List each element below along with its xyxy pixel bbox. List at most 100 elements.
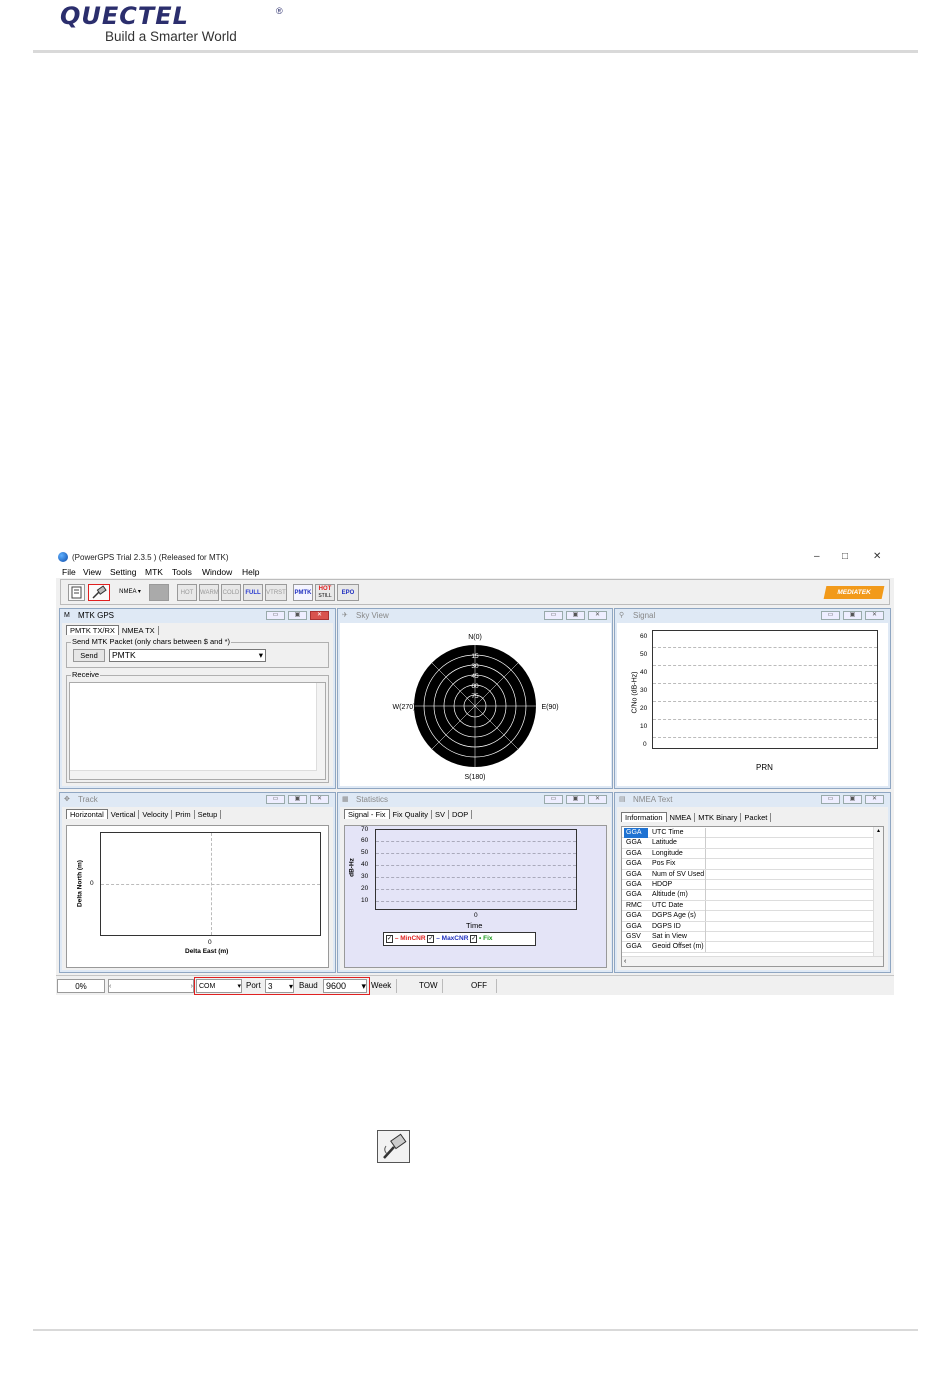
baud-label: Baud	[299, 981, 318, 990]
menu-bar: File View Setting MTK Tools Window Help	[56, 566, 894, 578]
horizontal-scrollbar[interactable]	[70, 770, 317, 779]
statistics-title-bar: ▦ Statistics ▭ ▣ ✕	[338, 793, 612, 806]
send-button[interactable]: Send	[73, 649, 105, 662]
menu-view[interactable]: View	[83, 567, 101, 577]
epo-button[interactable]: EPO	[337, 584, 359, 601]
tab-mtk-binary[interactable]: MTK Binary	[695, 813, 742, 822]
table-row[interactable]: GGA Pos Fix	[622, 859, 874, 870]
com-select[interactable]: COM ▾	[196, 979, 242, 993]
ring-label: 15	[471, 653, 479, 660]
horizontal-scrollbar[interactable]: ‹	[622, 956, 883, 966]
tab-vertical[interactable]: Vertical	[108, 810, 140, 819]
tab-signal-fix[interactable]: Signal - Fix	[344, 809, 390, 819]
signal-title-bar: ⚲ Signal ▭ ▣ ✕	[615, 609, 890, 622]
tab-prim[interactable]: Prim	[172, 810, 195, 819]
minimize-button[interactable]: –	[814, 551, 820, 562]
pmtk-button[interactable]: PMTK	[293, 584, 313, 601]
baud-select[interactable]: 9600 ▾	[323, 979, 367, 993]
progress-scroller[interactable]: ‹ ›	[108, 979, 194, 993]
tab-setup[interactable]: Setup	[195, 810, 222, 819]
nmea-field-name: Pos Fix	[652, 859, 706, 870]
table-row[interactable]: GSV Sat in View	[622, 931, 874, 943]
receive-textarea[interactable]	[69, 682, 326, 780]
table-row[interactable]: GGA UTC Time	[622, 828, 874, 839]
menu-setting[interactable]: Setting	[110, 567, 136, 577]
table-row[interactable]: GGA DGPS ID	[622, 921, 874, 932]
table-row[interactable]: GGA DGPS Age (s)	[622, 911, 874, 922]
pane-restore-button[interactable]: ▣	[843, 611, 862, 620]
table-row[interactable]: GGA Latitude	[622, 838, 874, 849]
pane-close-button[interactable]: ✕	[588, 611, 607, 620]
close-button[interactable]: ✕	[873, 551, 881, 562]
nmea-sentence-type: GGA	[626, 922, 642, 930]
legend-item-fix[interactable]: ✓ • Fix	[470, 935, 493, 943]
pane-restore-button[interactable]: ▣	[566, 795, 585, 804]
tab-horizontal[interactable]: Horizontal	[66, 809, 108, 819]
hot-still-button[interactable]: HOT STILL	[315, 584, 335, 601]
menu-help[interactable]: Help	[242, 567, 259, 577]
table-row[interactable]: GGA Num of SV Used	[622, 869, 874, 880]
pane-close-button[interactable]: ✕	[865, 795, 884, 804]
tab-fix-quality[interactable]: Fix Quality	[390, 810, 432, 819]
pane-close-button[interactable]: ✕	[865, 611, 884, 620]
tab-sv[interactable]: SV	[432, 810, 449, 819]
tab-dop[interactable]: DOP	[449, 810, 473, 819]
vertical-scrollbar[interactable]	[316, 683, 325, 779]
pane-minimize-button[interactable]: ▭	[544, 611, 563, 620]
legend-item-maxcnr[interactable]: ✓ – MaxCNR	[427, 935, 468, 943]
pane-minimize-button[interactable]: ▭	[266, 611, 285, 620]
tab-nmea[interactable]: NMEA	[667, 813, 696, 822]
pane-restore-button[interactable]: ▣	[843, 795, 862, 804]
table-row[interactable]: RMC UTC Date	[622, 900, 874, 912]
pane-restore-button[interactable]: ▣	[288, 611, 307, 620]
vertical-scrollbar[interactable]: ▴	[873, 827, 883, 957]
pane-minimize-button[interactable]: ▭	[266, 795, 285, 804]
plug-connect-icon	[383, 1133, 407, 1159]
settings-page-button[interactable]	[68, 584, 85, 601]
legend-mincnr-marker: –	[394, 935, 399, 942]
tab-packet[interactable]: Packet	[741, 813, 772, 822]
pane-close-button[interactable]: ✕	[588, 795, 607, 804]
port-value: 3	[268, 982, 273, 991]
pane-close-button[interactable]: ✕	[310, 795, 329, 804]
pane-minimize-button[interactable]: ▭	[821, 611, 840, 620]
nmea-field-name: DGPS ID	[652, 921, 706, 932]
table-row[interactable]: GGA Altitude (m)	[622, 890, 874, 901]
statistics-body: Signal - Fix Fix Quality SV DOP 70 60 50 40	[340, 807, 611, 970]
cold-start-button[interactable]: COLD	[221, 584, 241, 601]
hot-start-button[interactable]: HOT	[177, 584, 197, 601]
table-row[interactable]: GGA Geoid Offset (m)	[622, 942, 874, 953]
pane-restore-button[interactable]: ▣	[288, 795, 307, 804]
tab-nmea-tx[interactable]: NMEA TX	[119, 626, 159, 635]
nmea-field-name: Longitude	[652, 848, 706, 859]
legend-item-mincnr[interactable]: ✓ – MinCNR	[386, 935, 426, 943]
menu-file[interactable]: File	[62, 567, 76, 577]
nmea-dropdown[interactable]: NMEA ▾	[113, 584, 147, 601]
nmea-color-box[interactable]	[149, 584, 169, 601]
document-page: QUECTEL ® Build a Smarter World (PowerGP…	[0, 0, 950, 1378]
tab-velocity[interactable]: Velocity	[139, 810, 173, 819]
plug-connect-icon	[92, 585, 107, 599]
week-label: Week	[371, 981, 392, 990]
pane-close-button[interactable]: ✕	[310, 611, 329, 620]
full-start-button[interactable]: FULL	[243, 584, 263, 601]
warm-start-button[interactable]: WARM	[199, 584, 219, 601]
menu-mtk[interactable]: MTK	[145, 567, 163, 577]
connect-button[interactable]	[88, 584, 110, 601]
menu-window[interactable]: Window	[202, 567, 232, 577]
pane-minimize-button[interactable]: ▭	[821, 795, 840, 804]
tab-information[interactable]: Information	[621, 812, 667, 822]
ring-label: 45	[471, 673, 479, 680]
pane-restore-button[interactable]: ▣	[566, 611, 585, 620]
restore-button[interactable]: □	[842, 551, 848, 562]
sky-view-plot: 15 30 45 60 75 N(0) E(90) S(180) W(270)	[393, 634, 559, 781]
pane-minimize-button[interactable]: ▭	[544, 795, 563, 804]
table-row[interactable]: GGA Longitude	[622, 848, 874, 860]
table-row[interactable]: GGA HDOP	[622, 879, 874, 891]
pmtk-packet-input[interactable]: PMTK ▾	[109, 649, 266, 662]
port-select[interactable]: 3 ▾	[265, 979, 294, 993]
vtrst-button[interactable]: VTRST	[265, 584, 287, 601]
menu-tools[interactable]: Tools	[172, 567, 192, 577]
tab-pmtk-txrx[interactable]: PMTK TX/RX	[66, 625, 119, 635]
y-tick: 60	[640, 633, 648, 640]
